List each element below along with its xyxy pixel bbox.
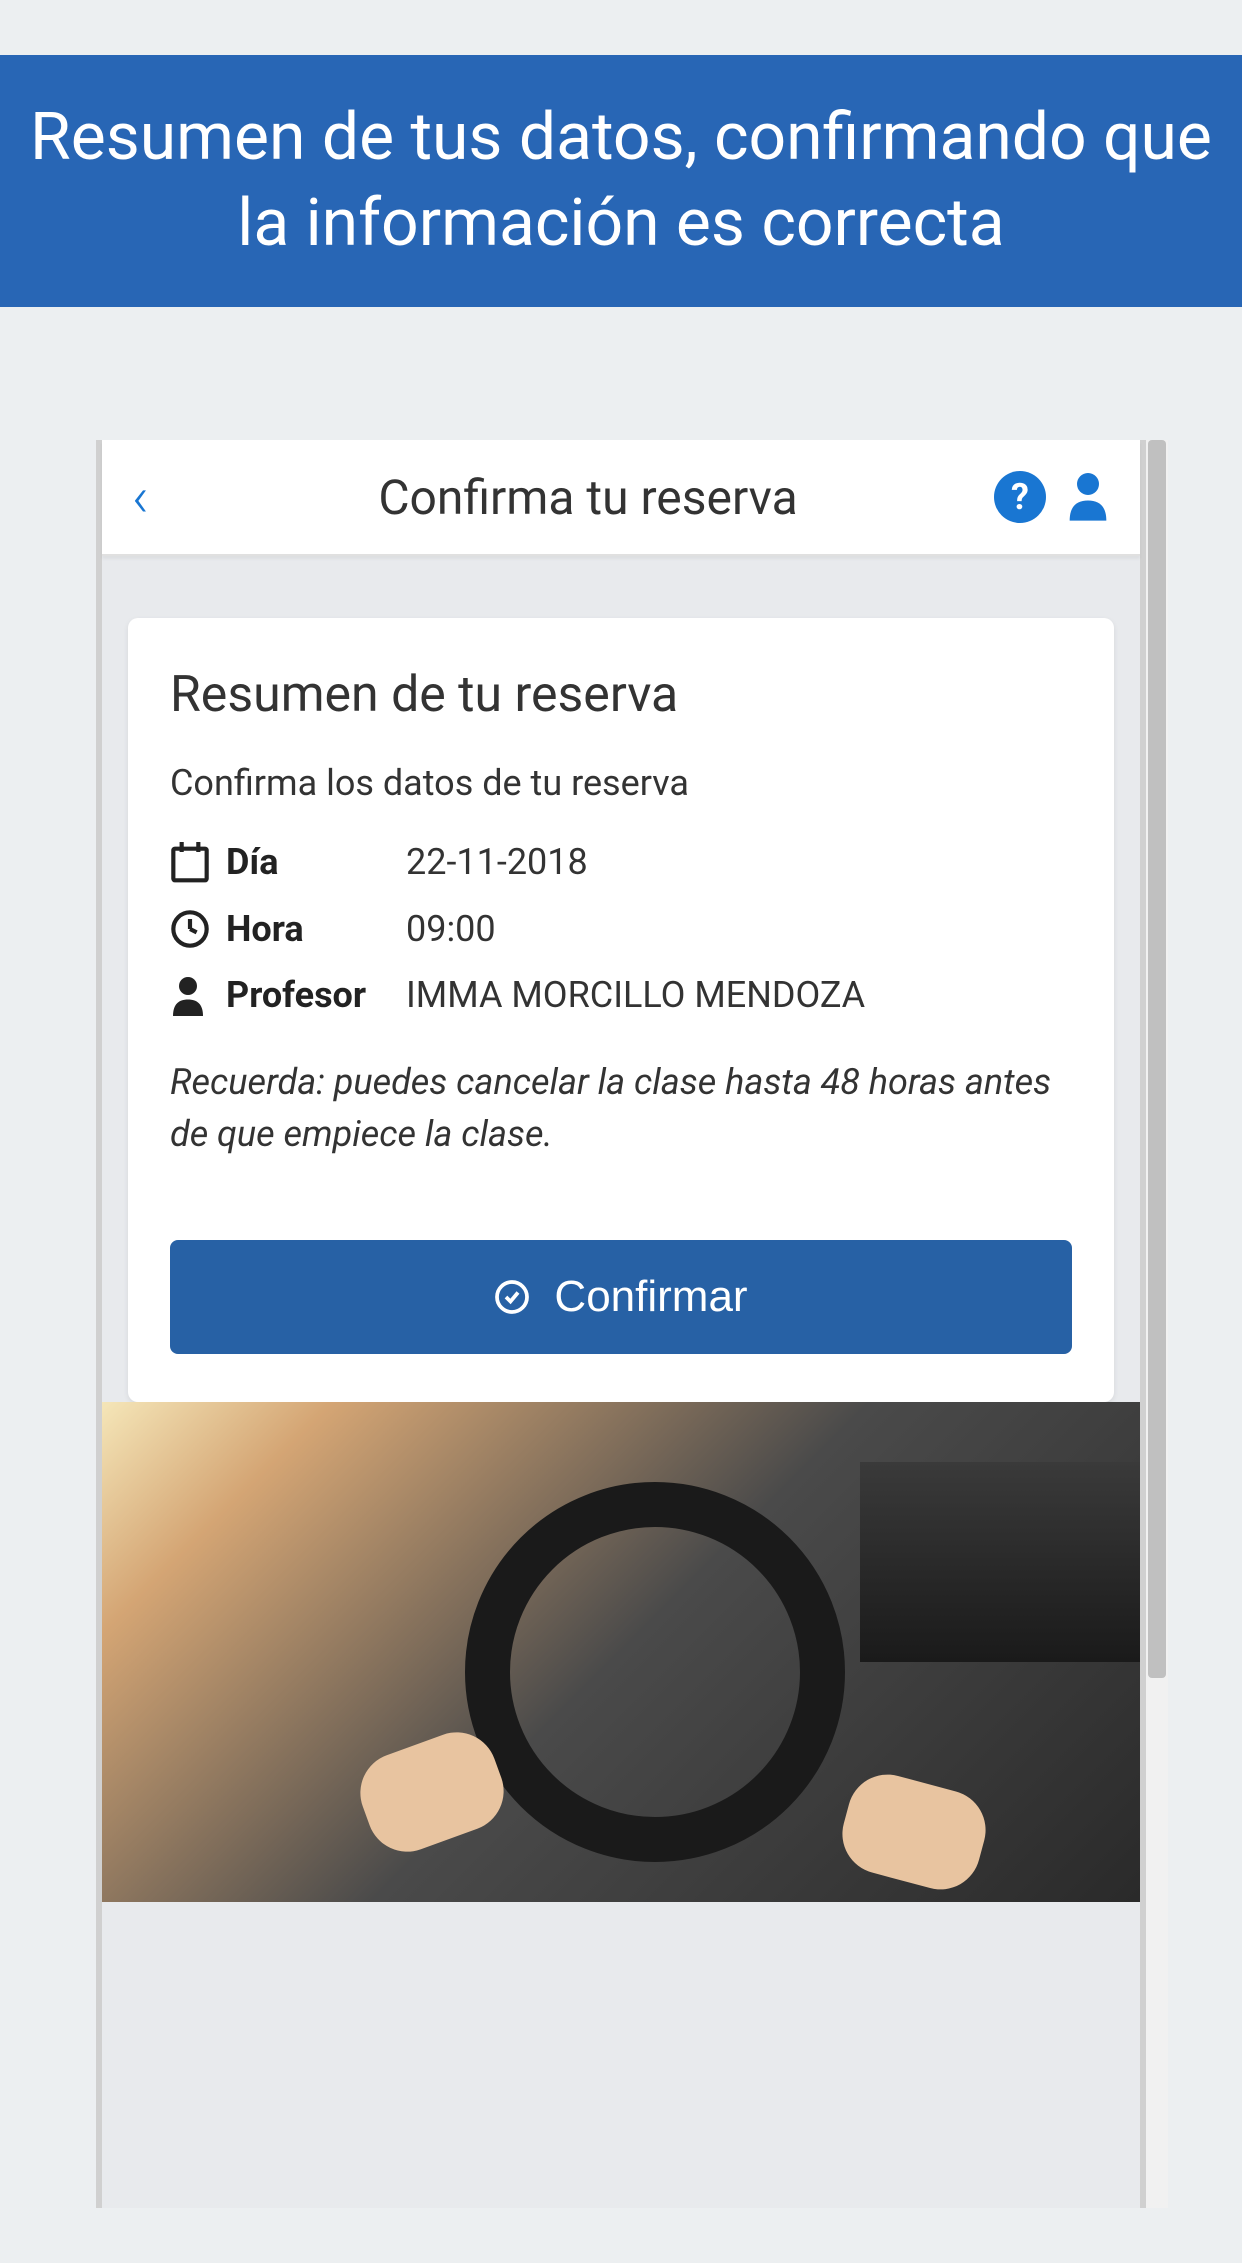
time-value: 09:00: [406, 908, 496, 950]
app-header: ‹ Confirma tu reserva ?: [102, 440, 1140, 556]
person-icon: [170, 974, 226, 1016]
detail-row-time: Hora 09:00: [170, 908, 1072, 950]
confirm-label: Confirmar: [554, 1272, 747, 1322]
scrollbar-thumb[interactable]: [1148, 440, 1166, 1678]
reservation-card: Resumen de tu reserva Confirma los datos…: [128, 618, 1114, 1402]
driving-image: [102, 1402, 1140, 1902]
header-actions: ?: [994, 469, 1110, 525]
scrollbar-track[interactable]: [1146, 440, 1168, 2208]
banner-text: Resumen de tus datos, confirmando que la…: [30, 99, 1212, 262]
detail-row-day: Día 22-11-2018: [170, 840, 1072, 884]
detail-row-teacher: Profesor IMMA MORCILLO MENDOZA: [170, 974, 1072, 1016]
page-title: Confirma tu reserva: [182, 469, 994, 526]
profile-button[interactable]: [1066, 469, 1110, 525]
phone-frame: ▲ ‹ Confirma tu reserva ? Resumen de tu …: [96, 440, 1146, 2208]
person-icon: [1066, 469, 1110, 521]
promo-banner: Resumen de tus datos, confirmando que la…: [0, 55, 1242, 307]
calendar-icon: [170, 840, 226, 884]
day-value: 22-11-2018: [406, 841, 588, 883]
help-button[interactable]: ?: [994, 471, 1046, 523]
clock-icon: [170, 909, 226, 949]
card-subtitle: Confirma los datos de tu reserva: [170, 762, 1072, 804]
confirm-button[interactable]: Confirmar: [170, 1240, 1072, 1354]
chevron-left-icon: ‹: [132, 464, 149, 530]
time-label: Hora: [226, 908, 406, 950]
back-button[interactable]: ‹: [132, 464, 182, 530]
day-label: Día: [226, 841, 406, 883]
reminder-text: Recuerda: puedes cancelar la clase hasta…: [170, 1056, 1072, 1160]
teacher-value: IMMA MORCILLO MENDOZA: [406, 974, 865, 1016]
check-circle-icon: [494, 1279, 530, 1315]
question-icon: ?: [1011, 476, 1029, 518]
card-title: Resumen de tu reserva: [170, 666, 1072, 724]
teacher-label: Profesor: [226, 974, 406, 1016]
